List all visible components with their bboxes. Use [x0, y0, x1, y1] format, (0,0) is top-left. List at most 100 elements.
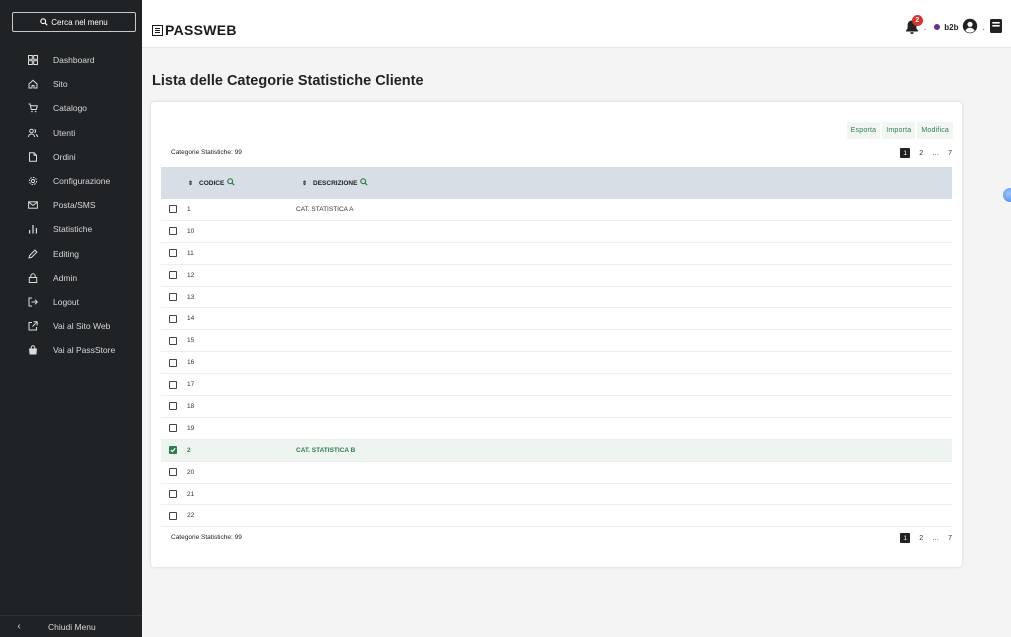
page-last[interactable]: 7	[948, 150, 952, 157]
notification-badge: 2	[911, 15, 923, 26]
column-description-search[interactable]	[360, 178, 369, 188]
notifications-button[interactable]: 2	[904, 15, 923, 35]
table-row[interactable]: 17	[161, 374, 952, 397]
table-row[interactable]: 2 CAT. STATISTICA B	[161, 439, 952, 462]
column-description-header[interactable]: ⇕ DESCRIZIONE	[302, 178, 369, 188]
table-row[interactable]: 10	[161, 221, 952, 243]
sidebar-item-sito[interactable]: Sito	[0, 72, 142, 96]
row-checkbox[interactable]	[169, 424, 177, 433]
sidebar-item-label: Statistiche	[53, 224, 93, 235]
table-row[interactable]: 21	[161, 484, 952, 506]
record-count-top: Categorie Statistiche: 99	[171, 149, 242, 156]
sidebar-item-label: Vai al Sito Web	[53, 321, 111, 332]
column-code-search[interactable]	[227, 178, 235, 188]
table-row[interactable]: 1 CAT. STATISTICA A	[161, 199, 952, 221]
table-row[interactable]: 14	[161, 308, 952, 331]
logo[interactable]: PASSWEB	[152, 22, 237, 38]
cell-code: 12	[187, 271, 195, 279]
external-link-icon	[27, 320, 39, 332]
menu-search-label: Cerca nel menu	[51, 17, 108, 27]
env-label[interactable]: b2b	[944, 23, 958, 32]
sidebar-item-statistiche[interactable]: Statistiche	[0, 217, 142, 241]
record-count-bottom: Categorie Statistiche: 99	[171, 534, 242, 541]
book-icon	[990, 19, 1002, 33]
column-description-label: DESCRIZIONE	[313, 179, 358, 187]
cell-code: 1	[187, 205, 191, 213]
export-button[interactable]: Esporta	[846, 122, 881, 139]
row-checkbox[interactable]	[169, 271, 177, 280]
page-current[interactable]: 1	[900, 148, 911, 158]
sidebar-item-configurazione[interactable]: Configurazione	[0, 169, 142, 193]
cell-code: 17	[187, 381, 195, 389]
row-checkbox[interactable]	[169, 293, 177, 301]
sidebar-item-label: Logout	[53, 296, 79, 307]
sidebar-item-logout[interactable]: Logout	[0, 290, 142, 314]
row-checkbox[interactable]	[169, 511, 177, 520]
header-actions: 2 . b2b .	[904, 15, 1003, 36]
row-checkbox[interactable]	[169, 336, 177, 345]
sidebar-item-admin[interactable]: Admin	[0, 266, 142, 290]
sidebar-item-vai-al-passstore[interactable]: Vai al PassStore	[0, 338, 142, 362]
row-checkbox[interactable]	[169, 314, 177, 323]
categories-table: ⇕ CODICE ⇕ DESCRIZIONE 1 CAT. STATISTICA …	[161, 167, 952, 528]
edit-button[interactable]: Modifica	[917, 122, 953, 139]
sidebar-item-dashboard[interactable]: Dashboard	[0, 48, 142, 72]
menu-search-button[interactable]: Cerca nel menu	[12, 12, 136, 32]
table-row[interactable]: 12	[161, 265, 952, 287]
row-checkbox[interactable]	[169, 402, 177, 411]
home-icon	[27, 78, 39, 90]
table-row[interactable]: 11	[161, 243, 952, 265]
sidebar-item-label: Configurazione	[53, 176, 111, 187]
sidebar-item-editing[interactable]: Editing	[0, 242, 142, 266]
table-row[interactable]: 18	[161, 396, 952, 418]
row-checkbox[interactable]	[169, 205, 177, 214]
sidebar-item-label: Editing	[53, 248, 79, 259]
user-icon	[963, 18, 978, 34]
close-menu-button[interactable]: ‹ Chiudi Menu	[0, 615, 142, 637]
row-checkbox[interactable]	[169, 446, 177, 455]
table-row[interactable]: 19	[161, 418, 952, 440]
row-checkbox[interactable]	[169, 490, 177, 499]
sidebar-item-label: Posta/SMS	[53, 200, 96, 211]
row-checkbox[interactable]	[169, 249, 177, 258]
table-row[interactable]: 13	[161, 287, 952, 309]
cell-code: 16	[187, 359, 195, 367]
sidebar-item-posta-sms[interactable]: Posta/SMS	[0, 193, 142, 217]
row-checkbox[interactable]	[169, 227, 177, 236]
column-code-header[interactable]: ⇕ CODICE	[188, 178, 302, 188]
table-row[interactable]: 16	[161, 352, 952, 375]
row-checkbox[interactable]	[169, 468, 177, 477]
cell-description: CAT. STATISTICA A	[296, 205, 354, 213]
cell-code: 19	[187, 424, 195, 432]
sidebar-item-label: Vai al PassStore	[53, 345, 116, 356]
pagination-top: 1 2 … 7	[900, 148, 952, 158]
sidebar-item-vai-al-sito-web[interactable]: Vai al Sito Web	[0, 314, 142, 338]
row-checkbox[interactable]	[169, 380, 177, 389]
user-button[interactable]	[962, 18, 978, 36]
chevron-left-icon: ‹	[17, 621, 21, 632]
gear-icon	[27, 175, 39, 187]
assistant-bubble-icon[interactable]	[1003, 188, 1011, 202]
cell-code: 18	[187, 402, 195, 410]
sidebar-item-utenti[interactable]: Utenti	[0, 121, 142, 145]
cell-code: 11	[187, 249, 194, 257]
pagination-bottom: 1 2 … 7	[900, 533, 952, 543]
docs-button[interactable]	[989, 18, 1003, 36]
table-row[interactable]: 15	[161, 330, 952, 353]
page-current[interactable]: 1	[900, 533, 911, 543]
table-row[interactable]: 22	[161, 505, 952, 528]
page-next[interactable]: 2	[919, 150, 923, 157]
sidebar-item-catalogo[interactable]: Catalogo	[0, 96, 142, 120]
table-body: 1 CAT. STATISTICA A 10 11 12 13 14 15 16 17 18 19 2 C…	[161, 199, 952, 528]
row-checkbox[interactable]	[169, 358, 177, 367]
import-button[interactable]: Importa	[882, 122, 916, 139]
cell-code: 21	[187, 490, 195, 498]
page-last[interactable]: 7	[948, 535, 952, 542]
sidebar-item-ordini[interactable]: Ordini	[0, 145, 142, 169]
bar-chart-icon	[27, 223, 39, 235]
cell-code: 10	[187, 227, 195, 235]
table-row[interactable]: 20	[161, 462, 952, 484]
pencil-icon	[27, 248, 39, 260]
page-next[interactable]: 2	[919, 535, 923, 542]
page-title: Lista delle Categorie Statistiche Client…	[152, 73, 424, 89]
